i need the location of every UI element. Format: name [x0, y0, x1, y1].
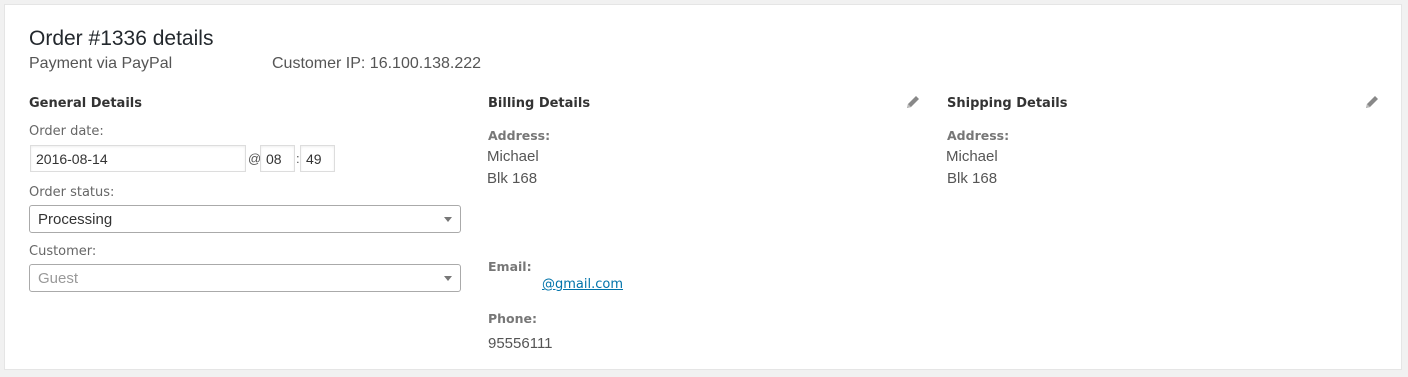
payment-method: Payment via PayPal — [29, 55, 173, 72]
chevron-down-icon — [444, 276, 452, 281]
billing-address-label: Address: — [488, 128, 551, 143]
order-status-label: Order status: — [29, 185, 115, 200]
customer-label: Customer: — [29, 244, 97, 259]
order-data-panel: Order #1336 details Payment via PayPal C… — [4, 4, 1402, 370]
order-minute-input[interactable] — [300, 145, 335, 172]
chevron-down-icon — [444, 217, 452, 222]
billing-email-label: Email: — [488, 259, 532, 274]
shipping-address-line: Blk 168 — [947, 170, 998, 187]
shipping-address-label: Address: — [947, 128, 1010, 143]
customer-select[interactable]: Guest — [29, 264, 461, 292]
order-hour-input[interactable] — [260, 145, 295, 172]
shipping-details-heading: Shipping Details — [947, 96, 1068, 111]
general-details-heading: General Details — [29, 96, 142, 111]
billing-details-heading: Billing Details — [488, 96, 591, 111]
shipping-address-line: Michael — [946, 148, 998, 165]
order-status-value: Processing — [38, 211, 113, 228]
billing-phone-value: 95556111 — [488, 335, 553, 352]
order-date-input[interactable] — [30, 145, 246, 172]
order-date-label: Order date: — [29, 124, 104, 139]
pencil-icon[interactable] — [1364, 94, 1380, 110]
billing-address-line: Michael — [487, 148, 539, 165]
customer-value: Guest — [38, 270, 79, 287]
page-title: Order #1336 details — [29, 27, 214, 50]
billing-phone-label: Phone: — [488, 311, 538, 326]
customer-ip: Customer IP: 16.100.138.222 — [272, 55, 482, 72]
billing-email-link[interactable]: @gmail.com — [542, 277, 623, 292]
billing-address-line: Blk 168 — [487, 170, 538, 187]
order-status-select[interactable]: Processing — [29, 205, 461, 233]
pencil-icon[interactable] — [905, 94, 921, 110]
